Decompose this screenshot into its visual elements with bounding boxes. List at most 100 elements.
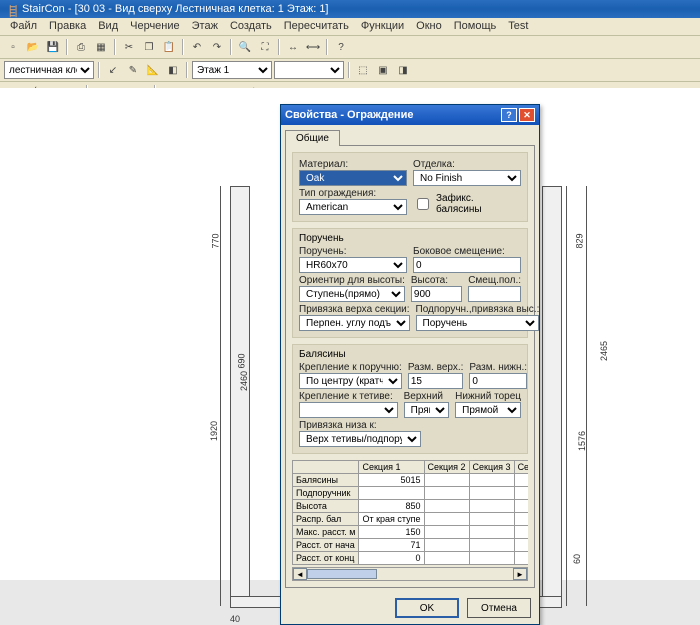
floor-combo[interactable]: Этаж 1 xyxy=(192,61,272,79)
scroll-thumb[interactable] xyxy=(307,569,377,579)
menu-draw[interactable]: Черчение xyxy=(124,18,186,35)
menu-view[interactable]: Вид xyxy=(92,18,124,35)
table-cell[interactable] xyxy=(424,513,469,526)
table-cell[interactable] xyxy=(514,539,528,552)
menu-file[interactable]: Файл xyxy=(4,18,43,35)
table-cell[interactable] xyxy=(469,539,514,552)
aux-combo[interactable] xyxy=(274,61,344,79)
table-cell[interactable] xyxy=(469,552,514,565)
help-icon[interactable]: ? xyxy=(332,38,350,56)
zoomfit-icon[interactable]: ⛶ xyxy=(256,38,274,56)
table-cell[interactable] xyxy=(424,539,469,552)
menu-create[interactable]: Создать xyxy=(224,18,278,35)
dialog-close-button[interactable]: ✕ xyxy=(519,108,535,122)
table-cell[interactable] xyxy=(514,526,528,539)
tool-c-icon[interactable]: 📐 xyxy=(144,61,162,79)
lower-end-select[interactable]: Прямой xyxy=(455,402,521,418)
redo-icon[interactable]: ↷ xyxy=(208,38,226,56)
table-cell[interactable] xyxy=(514,500,528,513)
scroll-left-icon[interactable]: ◄ xyxy=(293,568,307,580)
table-cell[interactable] xyxy=(514,474,528,487)
open-icon[interactable]: 📂 xyxy=(24,38,42,56)
menu-func[interactable]: Функции xyxy=(355,18,410,35)
table-cell[interactable] xyxy=(424,500,469,513)
viewtop-icon[interactable]: ▣ xyxy=(374,61,392,79)
table-cell[interactable] xyxy=(424,526,469,539)
floor-offset-field[interactable] xyxy=(468,286,521,302)
view3d-icon[interactable]: ⬚ xyxy=(354,61,372,79)
table-cell[interactable] xyxy=(469,474,514,487)
table-col-header[interactable]: Секция 3 xyxy=(469,461,514,474)
ok-button[interactable]: OK xyxy=(395,598,459,618)
cut-icon[interactable]: ✂ xyxy=(120,38,138,56)
tab-general[interactable]: Общие xyxy=(285,130,340,146)
preview-icon[interactable]: ▦ xyxy=(92,38,110,56)
side-offset-field[interactable] xyxy=(413,257,521,273)
material-select[interactable]: Oak xyxy=(299,170,407,186)
table-cell[interactable] xyxy=(424,474,469,487)
table-row[interactable]: Макс. расст. м150 xyxy=(293,526,529,539)
rail-type-select[interactable]: American xyxy=(299,199,407,215)
height-field[interactable] xyxy=(411,286,462,302)
table-cell[interactable] xyxy=(514,487,528,500)
paste-icon[interactable]: 📋 xyxy=(160,38,178,56)
dim2-icon[interactable]: ⟷ xyxy=(304,38,322,56)
table-col-header[interactable]: Сек xyxy=(514,461,528,474)
table-row[interactable]: Балясины5015 xyxy=(293,474,529,487)
table-cell[interactable] xyxy=(514,513,528,526)
string-attach-select[interactable] xyxy=(299,402,398,418)
menu-edit[interactable]: Правка xyxy=(43,18,92,35)
bot-size-field[interactable] xyxy=(469,373,527,389)
table-cell[interactable] xyxy=(424,552,469,565)
table-col-header[interactable]: Секция 1 xyxy=(359,461,424,474)
table-cell[interactable]: 71 xyxy=(359,539,424,552)
fix-balusters-checkbox[interactable]: Зафикс. балясины xyxy=(413,193,521,215)
top-bind-select[interactable]: Перпен. углу подъема ⌄ xyxy=(299,315,410,331)
upper-end-select[interactable]: Прямой xyxy=(404,402,450,418)
subrail-select[interactable]: Поручень xyxy=(416,315,540,331)
table-col-header[interactable] xyxy=(293,461,359,474)
menu-floor[interactable]: Этаж xyxy=(186,18,224,35)
table-row[interactable]: Расст. от конц0 xyxy=(293,552,529,565)
viewside-icon[interactable]: ◨ xyxy=(394,61,412,79)
table-cell[interactable] xyxy=(469,487,514,500)
table-cell[interactable]: 150 xyxy=(359,526,424,539)
table-cell[interactable]: 850 xyxy=(359,500,424,513)
table-cell[interactable] xyxy=(469,500,514,513)
table-cell[interactable] xyxy=(514,552,528,565)
new-icon[interactable]: ▫ xyxy=(4,38,22,56)
menu-window[interactable]: Окно xyxy=(410,18,448,35)
dim-icon[interactable]: ↔ xyxy=(284,38,302,56)
table-cell[interactable] xyxy=(424,487,469,500)
rail-attach-select[interactable]: По центру (кратчайшее ⌄ xyxy=(299,373,402,389)
scroll-right-icon[interactable]: ► xyxy=(513,568,527,580)
dialog-help-button[interactable]: ? xyxy=(501,108,517,122)
tool-d-icon[interactable]: ◧ xyxy=(164,61,182,79)
top-size-field[interactable] xyxy=(408,373,464,389)
undo-icon[interactable]: ↶ xyxy=(188,38,206,56)
zoom-icon[interactable]: 🔍 xyxy=(236,38,254,56)
tool-a-icon[interactable]: ↙ xyxy=(104,61,122,79)
table-row[interactable]: Подпоручник xyxy=(293,487,529,500)
table-cell[interactable] xyxy=(359,487,424,500)
sections-table[interactable]: Секция 1Секция 2Секция 3Сек Балясины5015… xyxy=(292,460,528,565)
print-icon[interactable]: ⎙ xyxy=(72,38,90,56)
table-row[interactable]: Расст. от нача71 xyxy=(293,539,529,552)
stairwell-combo[interactable]: лестничная клетк xyxy=(4,61,94,79)
table-cell[interactable] xyxy=(469,526,514,539)
cancel-button[interactable]: Отмена xyxy=(467,598,531,618)
finish-select[interactable]: No Finish xyxy=(413,170,521,186)
tool-b-icon[interactable]: ✎ xyxy=(124,61,142,79)
table-cell[interactable]: От края ступе xyxy=(359,513,424,526)
save-icon[interactable]: 💾 xyxy=(44,38,62,56)
table-hscroll[interactable]: ◄ ► xyxy=(292,567,528,581)
table-cell[interactable]: 0 xyxy=(359,552,424,565)
table-row[interactable]: Высота850 xyxy=(293,500,529,513)
copy-icon[interactable]: ❐ xyxy=(140,38,158,56)
bottom-bind-select[interactable]: Верх тетивы/подпоручн xyxy=(299,431,421,447)
menu-help[interactable]: Помощь xyxy=(448,18,503,35)
dialog-titlebar[interactable]: Свойства - Ограждение ? ✕ xyxy=(281,105,539,125)
menu-recalc[interactable]: Пересчитать xyxy=(278,18,355,35)
height-ref-select[interactable]: Ступень(прямо) xyxy=(299,286,405,302)
menu-test[interactable]: Test xyxy=(502,18,534,35)
